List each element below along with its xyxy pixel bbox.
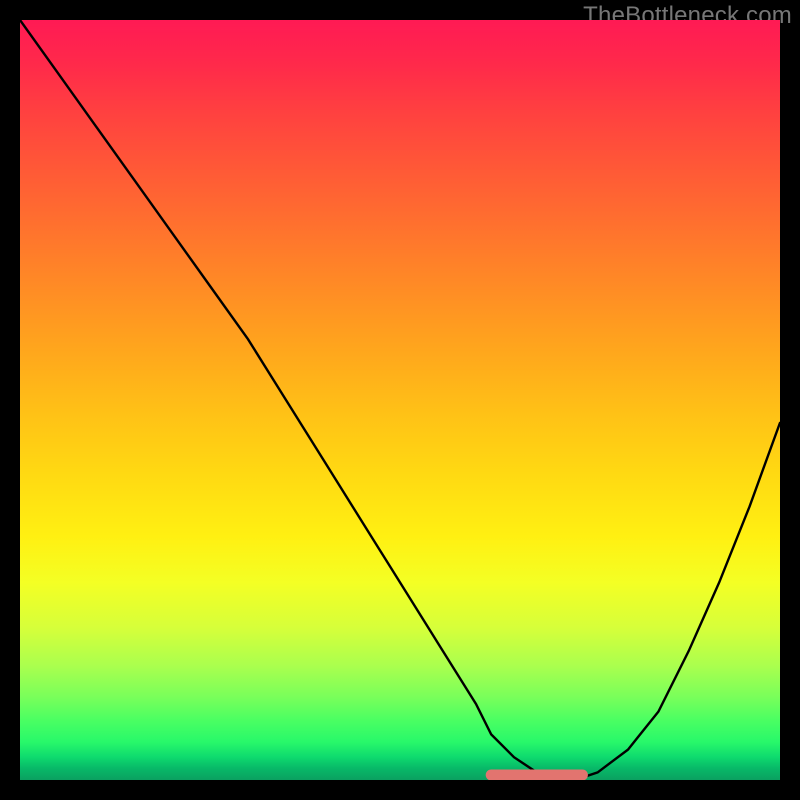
curve-layer xyxy=(20,20,780,780)
plot-area xyxy=(20,20,780,780)
main-curve xyxy=(20,20,780,780)
chart-frame: TheBottleneck.com xyxy=(0,0,800,800)
